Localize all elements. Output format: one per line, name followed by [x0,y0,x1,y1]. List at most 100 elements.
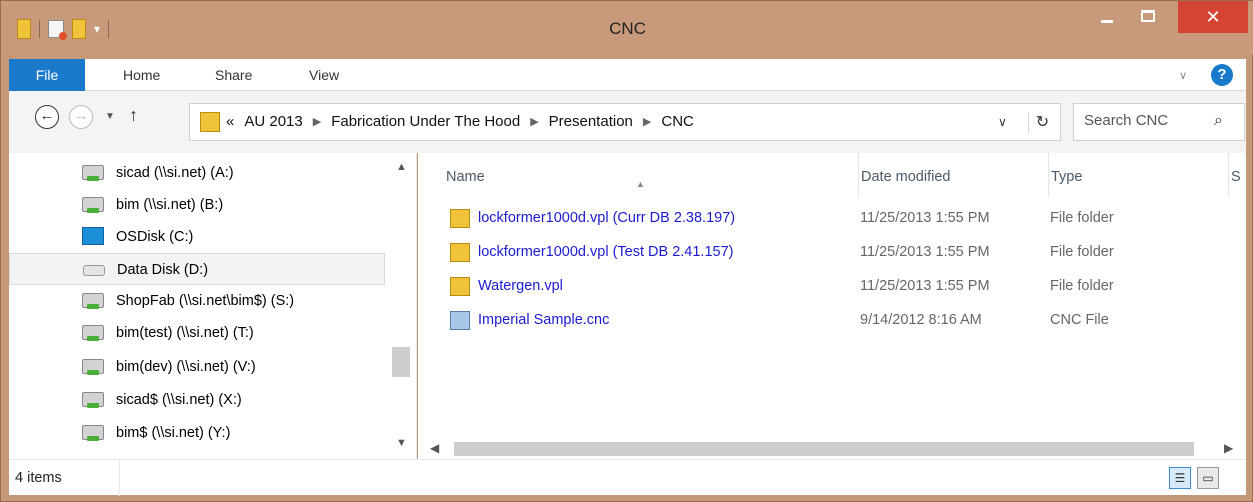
scroll-left-icon[interactable]: ◀ [430,441,439,455]
breadcrumb-au-2013[interactable]: AU 2013 [244,113,302,131]
horizontal-scrollbar[interactable]: ◀ ▶ [418,439,1246,459]
navigation-pane[interactable]: sicad (\\si.net) (A:) bim (\\si.net) (B:… [9,153,417,459]
tab-home[interactable]: Home [123,59,160,91]
folder-icon [450,243,470,262]
sidebar-item-bim-y[interactable]: bim$ (\\si.net) (Y:) [9,417,385,449]
minimize-button[interactable] [1090,1,1124,31]
folder-icon [200,112,220,132]
network-drive-icon [82,325,104,341]
file-type: File folder [1050,244,1114,260]
sidebar-item-label: sicad$ (\\si.net) (X:) [116,392,242,408]
column-header-size[interactable]: S [1228,153,1246,197]
sidebar-item-label: OSDisk (C:) [116,229,194,245]
explorer-window: ▾ CNC ✕ File Home Share View ∨ ? ← → ▼ ↑… [0,0,1253,502]
column-header-date-modified[interactable]: Date modified [858,153,1048,197]
title-bar[interactable]: ▾ CNC ✕ [1,1,1253,55]
window-title: CNC [609,19,646,38]
sidebar-item-label: ShopFab (\\si.net\bim$) (S:) [116,293,295,309]
table-row[interactable]: lockformer1000d.vpl (Test DB 2.41.157) 1… [418,235,1246,269]
forward-button[interactable]: → [69,105,93,129]
file-type: CNC File [1050,312,1109,328]
table-row[interactable]: lockformer1000d.vpl (Curr DB 2.38.197) 1… [418,201,1246,235]
back-button[interactable]: ← [35,105,59,129]
sidebar-item-label: bim(dev) (\\si.net) (V:) [116,359,256,375]
breadcrumb-cnc[interactable]: CNC [661,113,694,131]
chevron-right-icon[interactable]: ▶ [313,113,321,131]
breadcrumb: « AU 2013 ▶ Fabrication Under The Hood ▶… [226,113,694,131]
sidebar-item-label: sicad (\\si.net) (A:) [116,165,234,181]
large-icons-view-icon[interactable]: ▭ [1197,467,1219,489]
file-type: File folder [1050,210,1114,226]
network-drive-icon [82,293,104,309]
sidebar-item-label: bim(test) (\\si.net) (T:) [116,325,254,341]
network-drive-icon [82,425,104,441]
sidebar-item-bim-b[interactable]: bim (\\si.net) (B:) [9,189,385,221]
file-list[interactable]: ▲ Name Date modified Type S lockformer10… [418,153,1246,459]
scroll-thumb[interactable] [392,347,410,377]
status-bar: 4 items ☰ ▭ [9,459,1246,496]
file-date: 11/25/2013 1:55 PM [860,210,990,226]
breadcrumb-presentation[interactable]: Presentation [549,113,633,131]
minimize-icon [1101,19,1113,23]
tab-view[interactable]: View [309,59,339,91]
details-view-icon[interactable]: ☰ [1169,467,1191,489]
maximize-button[interactable] [1131,1,1165,31]
column-header-type[interactable]: Type [1048,153,1228,197]
item-count: 4 items [15,470,62,486]
scroll-down-icon[interactable]: ▼ [396,437,407,449]
file-name: Watergen.vpl [478,278,563,294]
recent-locations-dropdown-icon[interactable]: ▼ [105,111,115,122]
scroll-up-icon[interactable]: ▲ [396,161,407,173]
up-button[interactable]: ↑ [129,105,138,126]
table-row[interactable]: Watergen.vpl 11/25/2013 1:55 PM File fol… [418,269,1246,303]
sidebar-item-shopfab-s[interactable]: ShopFab (\\si.net\bim$) (S:) [9,285,385,317]
tab-file[interactable]: File [9,59,85,91]
breadcrumb-overflow[interactable]: « [226,113,234,131]
tab-share[interactable]: Share [215,59,252,91]
sidebar-item-sicad-x[interactable]: sicad$ (\\si.net) (X:) [9,384,385,416]
file-name: Imperial Sample.cnc [478,312,610,328]
sidebar-item-data-disk-d[interactable]: Data Disk (D:) [9,253,385,285]
file-name: lockformer1000d.vpl (Curr DB 2.38.197) [478,210,736,226]
file-date: 9/14/2012 8:16 AM [860,312,982,328]
file-date: 11/25/2013 1:55 PM [860,244,990,260]
sidebar-item-label: bim$ (\\si.net) (Y:) [116,425,231,441]
navigation-bar: ← → ▼ ↑ « AU 2013 ▶ Fabrication Under Th… [9,91,1246,153]
refresh-icon[interactable]: ↻ [1028,112,1056,134]
network-drive-icon [82,359,104,375]
close-button[interactable]: ✕ [1178,1,1248,33]
network-drive-icon [82,197,104,213]
sidebar-item-bim-test-t[interactable]: bim(test) (\\si.net) (T:) [9,317,385,349]
table-row[interactable]: Imperial Sample.cnc 9/14/2012 8:16 AM CN… [418,303,1246,337]
help-icon[interactable]: ? [1211,64,1233,86]
chevron-right-icon[interactable]: ▶ [643,113,651,131]
cnc-file-icon [450,311,470,330]
column-header-name[interactable]: Name [446,153,846,197]
divider [119,460,120,496]
chevron-right-icon[interactable]: ▶ [530,113,538,131]
search-icon[interactable]: ⌕ [1214,112,1223,130]
os-drive-icon [82,227,104,245]
breadcrumb-fabrication[interactable]: Fabrication Under The Hood [331,113,520,131]
network-drive-icon [82,392,104,408]
search-input[interactable] [1084,112,1204,129]
address-bar[interactable]: « AU 2013 ▶ Fabrication Under The Hood ▶… [189,103,1061,141]
navigation-scrollbar[interactable]: ▲ ▼ [387,153,417,459]
scroll-thumb[interactable] [454,442,1194,456]
sidebar-item-bim-dev-v[interactable]: bim(dev) (\\si.net) (V:) [9,351,385,383]
network-drive-icon [82,165,104,181]
maximize-icon [1141,10,1155,22]
file-date: 11/25/2013 1:55 PM [860,278,990,294]
folder-icon [450,209,470,228]
search-box[interactable]: ⌕ [1073,103,1245,141]
file-name: lockformer1000d.vpl (Test DB 2.41.157) [478,244,734,260]
sidebar-item-sicad-a[interactable]: sicad (\\si.net) (A:) [9,157,385,189]
folder-icon [450,277,470,296]
address-dropdown-icon[interactable]: ∨ [998,115,1007,129]
ribbon-tabs: File Home Share View ∨ ? [9,59,1246,91]
sidebar-item-label: bim (\\si.net) (B:) [116,197,224,213]
sidebar-item-osdisk-c[interactable]: OSDisk (C:) [9,221,385,253]
hard-drive-icon [83,265,105,276]
scroll-right-icon[interactable]: ▶ [1224,441,1233,455]
expand-ribbon-icon[interactable]: ∨ [1179,69,1187,82]
